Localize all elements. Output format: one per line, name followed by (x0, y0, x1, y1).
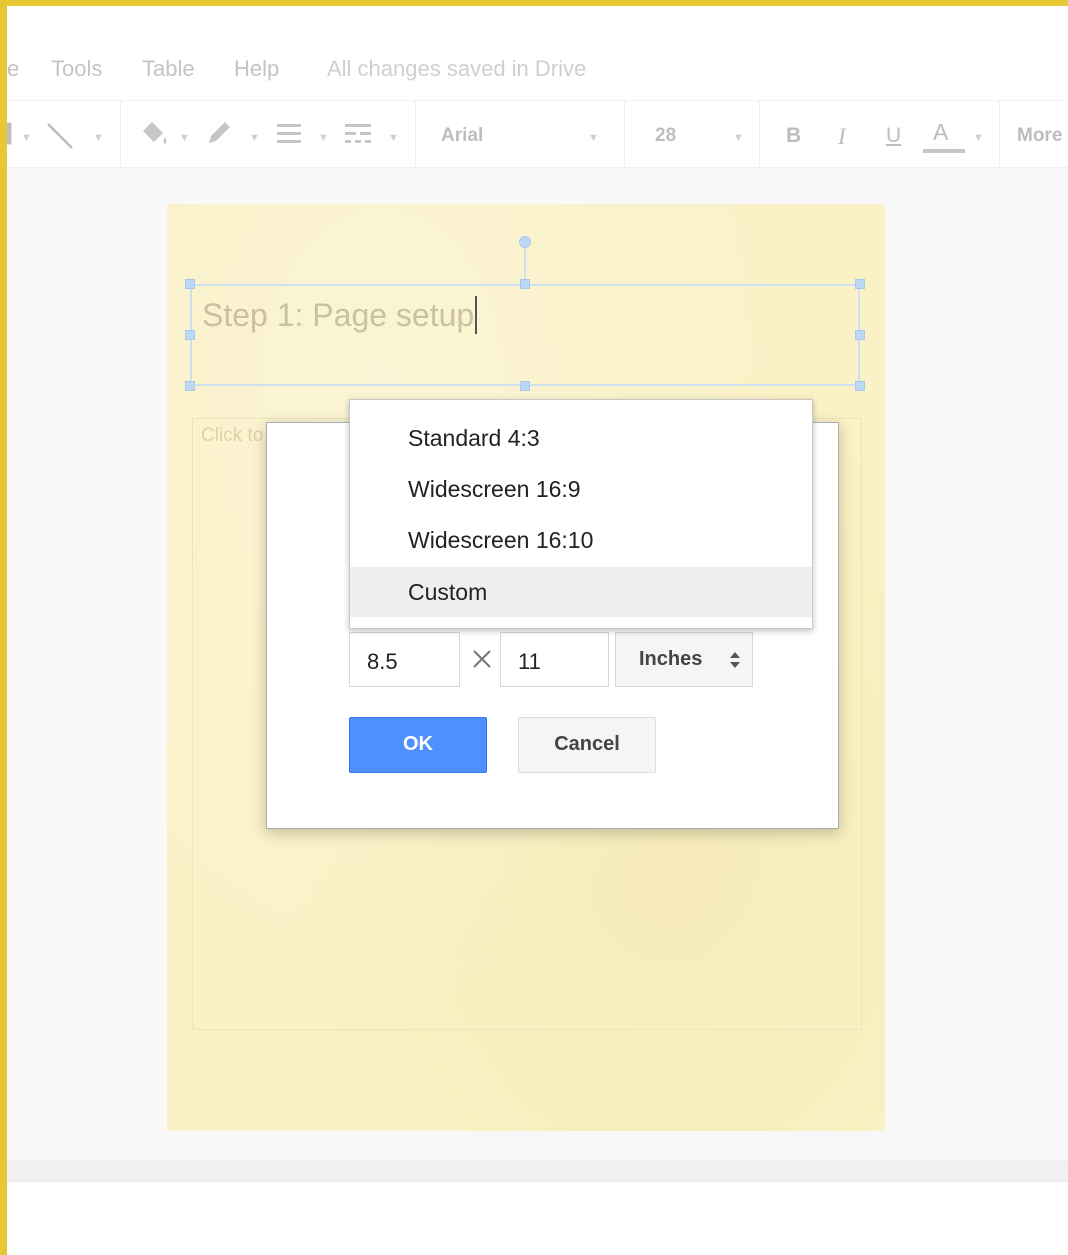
chevron-down-icon: ▼ (318, 132, 329, 144)
title-textbox[interactable]: Step 1: Page setup (190, 284, 860, 386)
unit-select[interactable]: Inches (615, 632, 753, 687)
save-status: All changes saved in Drive (327, 56, 587, 81)
menu-item-tools[interactable]: Tools (51, 56, 102, 82)
menu-item-edit[interactable]: e (7, 56, 19, 82)
border-weight-icon[interactable] (275, 121, 303, 147)
menu-item-table[interactable]: Table (142, 56, 195, 82)
menu-item-help[interactable]: Help (234, 56, 279, 82)
speaker-notes-divider[interactable] (7, 1160, 1068, 1182)
resize-handle[interactable] (855, 381, 865, 391)
text-color-button[interactable]: A (933, 119, 948, 146)
rotation-line (524, 248, 526, 282)
font-select[interactable]: Arial (441, 125, 483, 147)
menu-bar: e Tools Table Help All changes saved in … (7, 6, 1068, 100)
toolbar-divider (624, 101, 625, 167)
toolbar-divider (120, 101, 121, 167)
app-window: e Tools Table Help All changes saved in … (7, 6, 1068, 1255)
size-option-custom[interactable]: Custom (350, 567, 812, 617)
fill-color-icon[interactable] (137, 119, 171, 149)
resize-handle[interactable] (520, 279, 530, 289)
rotate-handle[interactable] (519, 236, 531, 248)
unit-select-label: Inches (639, 648, 703, 670)
chevron-down-icon: ▼ (21, 132, 32, 144)
bold-button[interactable]: B (786, 124, 801, 148)
resize-handle[interactable] (855, 279, 865, 289)
chevron-down-icon: ▼ (93, 132, 104, 144)
slide-size-dropdown: Standard 4:3 Widescreen 16:9 Widescreen … (349, 399, 813, 629)
updown-arrows-icon (730, 652, 740, 668)
size-option-standard-4-3[interactable]: Standard 4:3 (350, 413, 812, 463)
body-placeholder-text: Click to (201, 425, 264, 446)
chevron-down-icon: ▼ (179, 132, 190, 144)
more-button[interactable]: More (1017, 125, 1062, 147)
size-option-widescreen-16-10[interactable]: Widescreen 16:10 (350, 515, 812, 565)
italic-button[interactable]: I (838, 124, 846, 150)
ok-button[interactable]: OK (349, 717, 487, 773)
chevron-down-icon: ▼ (733, 132, 744, 144)
toolbar-divider (759, 101, 760, 167)
border-color-icon[interactable] (203, 119, 235, 149)
chevron-down-icon: ▼ (388, 132, 399, 144)
height-field[interactable]: 11 (500, 632, 609, 687)
chevron-down-icon: ▼ (588, 132, 599, 144)
toolbar-divider (415, 101, 416, 167)
border-dash-icon[interactable] (343, 121, 373, 147)
underline-button[interactable]: U (886, 124, 901, 148)
resize-handle[interactable] (185, 330, 195, 340)
chevron-down-icon: ▼ (249, 132, 260, 144)
font-size-select[interactable]: 28 (655, 125, 676, 147)
line-icon[interactable] (45, 121, 75, 151)
text-color-swatch (923, 149, 965, 153)
times-icon (473, 650, 491, 668)
toolbar: ▌ ▼ ▼ ▼ ▼ ▼ ▼ Arial ▼ 28 ▼ B I U A ▼ Mor… (7, 100, 1068, 168)
shape-tool-partial-icon[interactable]: ▌ (7, 123, 18, 144)
chevron-down-icon: ▼ (973, 132, 984, 144)
size-option-widescreen-16-9[interactable]: Widescreen 16:9 (350, 464, 812, 514)
cancel-button[interactable]: Cancel (518, 717, 656, 773)
toolbar-divider (999, 101, 1000, 167)
resize-handle[interactable] (855, 330, 865, 340)
title-text[interactable]: Step 1: Page setup (202, 296, 478, 334)
resize-handle[interactable] (520, 381, 530, 391)
width-field[interactable]: 8.5 (349, 632, 460, 687)
resize-handle[interactable] (185, 279, 195, 289)
resize-handle[interactable] (185, 381, 195, 391)
